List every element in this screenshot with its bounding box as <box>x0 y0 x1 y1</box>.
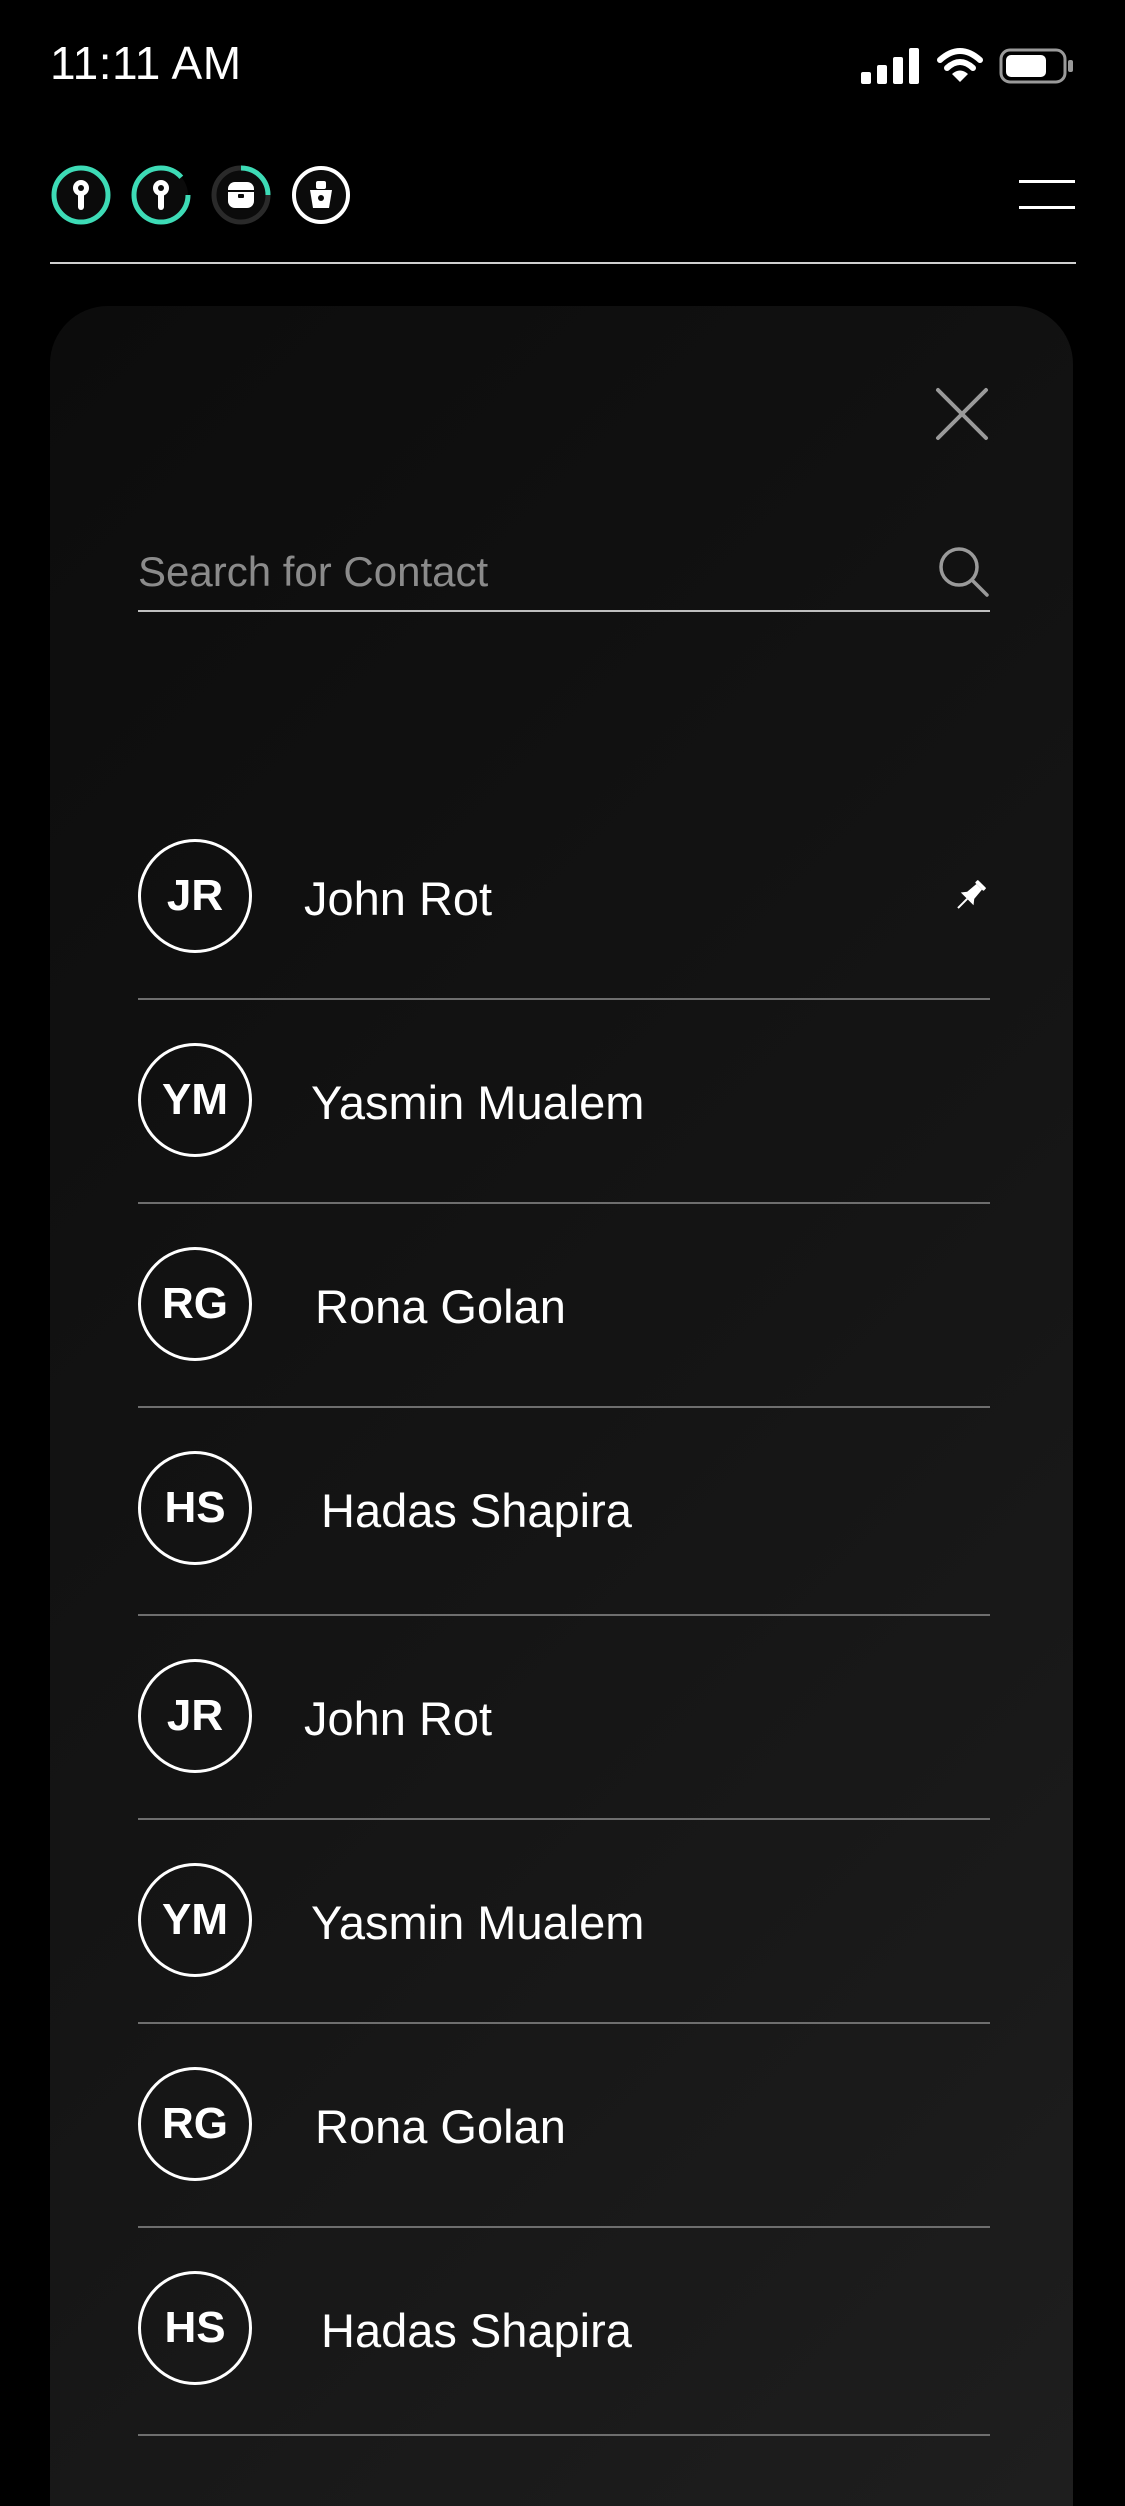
contact-name: Rona Golan <box>315 2100 566 2153</box>
battery-icon <box>999 48 1073 84</box>
close-icon <box>936 388 988 440</box>
avatar: RG <box>138 1247 252 1361</box>
avatar: HS <box>138 1451 252 1565</box>
avatar: YM <box>138 1863 252 1977</box>
contact-row[interactable]: YM Yasmin Mualem <box>138 1820 990 2024</box>
status-icons <box>861 46 1075 86</box>
pin-icon[interactable] <box>950 876 990 916</box>
close-button[interactable] <box>934 386 990 442</box>
contact-name: John Rot <box>304 872 493 925</box>
contacts-panel: JR John Rot YM Yasmin Mualem RG Rona Gol… <box>50 306 1073 2506</box>
avatar: JR <box>138 839 252 953</box>
avatar: HS <box>138 2271 252 2385</box>
header-divider <box>50 262 1076 264</box>
contact-name: Hadas Shapira <box>321 1484 632 1537</box>
contact-row[interactable]: HS Hadas Shapira <box>138 2228 990 2436</box>
contact-name: Rona Golan <box>315 1280 566 1333</box>
avatar: JR <box>138 1659 252 1773</box>
contact-name: Hadas Shapira <box>321 2304 632 2357</box>
contact-list: JR John Rot YM Yasmin Mualem RG Rona Gol… <box>138 796 990 2436</box>
right-earbud-icon[interactable] <box>130 164 192 226</box>
contact-name: Yasmin Mualem <box>311 1896 645 1949</box>
search-bar <box>138 536 990 612</box>
hamburger-menu-icon[interactable] <box>1019 178 1075 212</box>
contact-row[interactable]: JR John Rot <box>138 1616 990 1820</box>
contact-name: Yasmin Mualem <box>311 1076 645 1129</box>
contact-row[interactable]: RG Rona Golan <box>138 2024 990 2228</box>
left-earbud-icon[interactable] <box>50 164 112 226</box>
search-input[interactable] <box>138 536 898 608</box>
status-time: 11:11 AM <box>50 37 242 89</box>
charging-case-icon[interactable] <box>210 164 272 226</box>
cellular-signal-icon <box>861 48 919 84</box>
contact-row[interactable]: RG Rona Golan <box>138 1204 990 1408</box>
wifi-icon <box>937 48 983 82</box>
contact-row[interactable]: JR John Rot <box>138 796 990 1000</box>
status-bar: 11:11 AM <box>0 0 1125 132</box>
avatar: RG <box>138 2067 252 2181</box>
contact-name: John Rot <box>304 1692 493 1745</box>
search-underline <box>138 610 990 612</box>
search-icon[interactable] <box>936 544 990 598</box>
avatar: YM <box>138 1043 252 1157</box>
device-status-bar <box>50 160 352 230</box>
contact-row[interactable]: HS Hadas Shapira <box>138 1408 990 1616</box>
wrist-device-icon[interactable] <box>290 164 352 226</box>
contact-row[interactable]: YM Yasmin Mualem <box>138 1000 990 1204</box>
